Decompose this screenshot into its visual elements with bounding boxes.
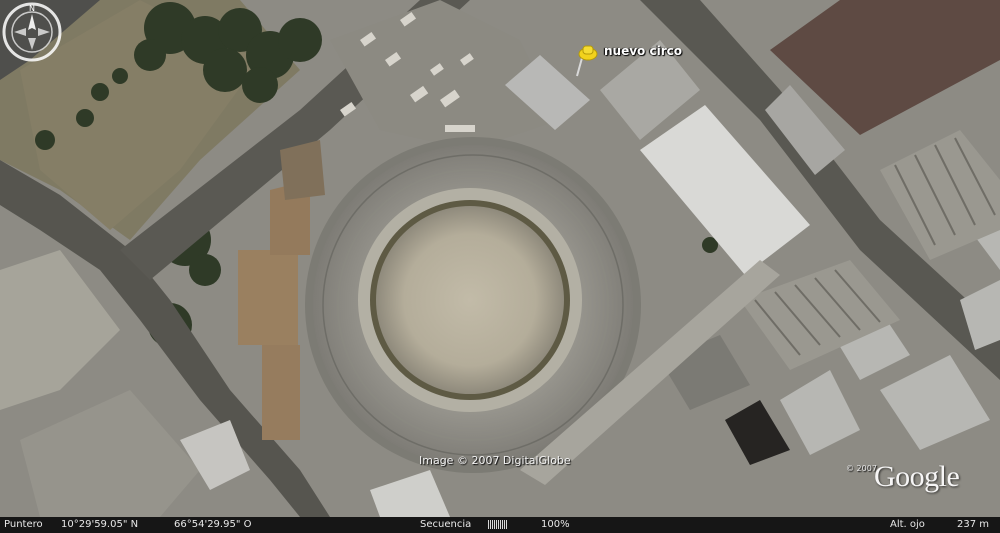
streaming-label: Secuencia bbox=[420, 519, 472, 530]
satellite-map-view[interactable]: nuevo circo Image © 2007 DigitalGlobe N … bbox=[0, 0, 1000, 517]
pointer-longitude: 66°54'29.95" O bbox=[174, 519, 252, 530]
eye-altitude-value: 237 m bbox=[957, 519, 990, 530]
google-copyright: © 2007 bbox=[846, 464, 877, 473]
placemark-label[interactable]: nuevo circo bbox=[604, 44, 682, 58]
eye-altitude-label: Alt. ojo bbox=[890, 519, 925, 530]
pointer-latitude: 10°29'59.05" N bbox=[61, 519, 139, 530]
status-bar: Puntero 10°29'59.05" N 66°54'29.95" O Se… bbox=[0, 517, 1000, 533]
streaming-percent: 100% bbox=[541, 519, 570, 530]
pointer-label: Puntero bbox=[4, 519, 43, 530]
compass-north-label: N bbox=[29, 4, 35, 13]
google-logo: Google bbox=[874, 460, 960, 493]
streaming-progress bbox=[488, 520, 548, 529]
satellite-imagery bbox=[0, 0, 1000, 517]
compass-icon[interactable]: N bbox=[0, 0, 64, 64]
yellow-pushpin-icon[interactable] bbox=[574, 44, 600, 78]
imagery-credit: Image © 2007 DigitalGlobe bbox=[419, 454, 571, 467]
